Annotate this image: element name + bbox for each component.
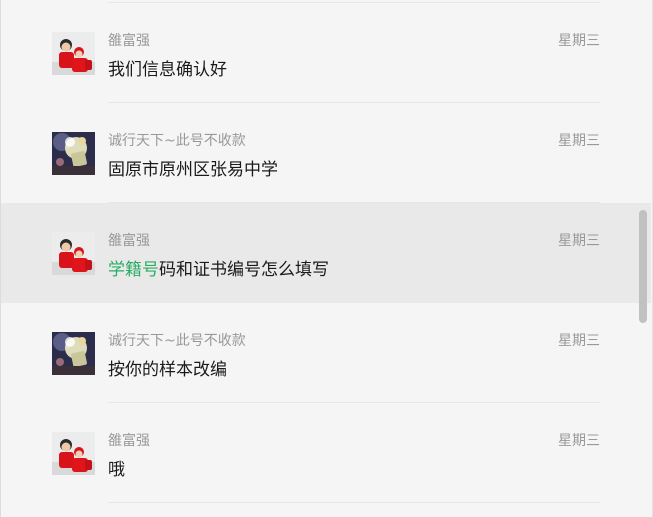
message-snippet: 哦 [108,455,125,480]
row-divider [108,502,600,503]
message-text: 码和证书编号怎么填写 [159,260,329,280]
bouquet-avatar [52,132,95,175]
result-row[interactable]: 诚行天下~此号不收款 星期三 按你的样本改编 [1,303,651,403]
message-snippet: 固原市原州区张易中学 [108,155,278,180]
result-row[interactable]: 雒富强 星期三 哦 [1,403,651,503]
red-outfit-child-avatar [52,432,95,475]
scrollbar-thumb[interactable] [639,210,647,323]
contact-name: 诚行天下~此号不收款 [108,333,246,349]
red-outfit-child-avatar [52,32,95,75]
red-outfit-child-avatar [52,232,95,275]
message-text: 我们信息确认好 [108,60,227,80]
message-time: 星期三 [558,233,600,249]
message-time: 星期三 [558,333,600,349]
message-text: 固原市原州区张易中学 [108,160,278,180]
search-match-highlight: 学籍号 [108,260,159,280]
chat-search-results-panel: 雒富强 星期三 我们信息确认好 诚行天下~此号不收款 星期三 固原市原州区张易中… [0,0,653,517]
message-time: 星期三 [558,33,600,49]
message-text: 哦 [108,460,125,480]
bouquet-avatar [52,332,95,375]
message-snippet: 我们信息确认好 [108,55,227,80]
message-time: 星期三 [558,133,600,149]
contact-name: 雒富强 [108,433,150,449]
result-row[interactable]: 雒富强 星期三 我们信息确认好 [1,3,651,103]
message-time: 星期三 [558,433,600,449]
contact-name: 雒富强 [108,33,150,49]
contact-name: 雒富强 [108,233,150,249]
message-snippet: 学籍号码和证书编号怎么填写 [108,255,329,280]
results-list: 雒富强 星期三 我们信息确认好 诚行天下~此号不收款 星期三 固原市原州区张易中… [1,3,651,503]
result-row-selected[interactable]: 雒富强 星期三 学籍号码和证书编号怎么填写 [1,203,651,303]
result-row[interactable]: 诚行天下~此号不收款 星期三 固原市原州区张易中学 [1,103,651,203]
message-snippet: 按你的样本改编 [108,355,227,380]
contact-name: 诚行天下~此号不收款 [108,133,246,149]
message-text: 按你的样本改编 [108,360,227,380]
